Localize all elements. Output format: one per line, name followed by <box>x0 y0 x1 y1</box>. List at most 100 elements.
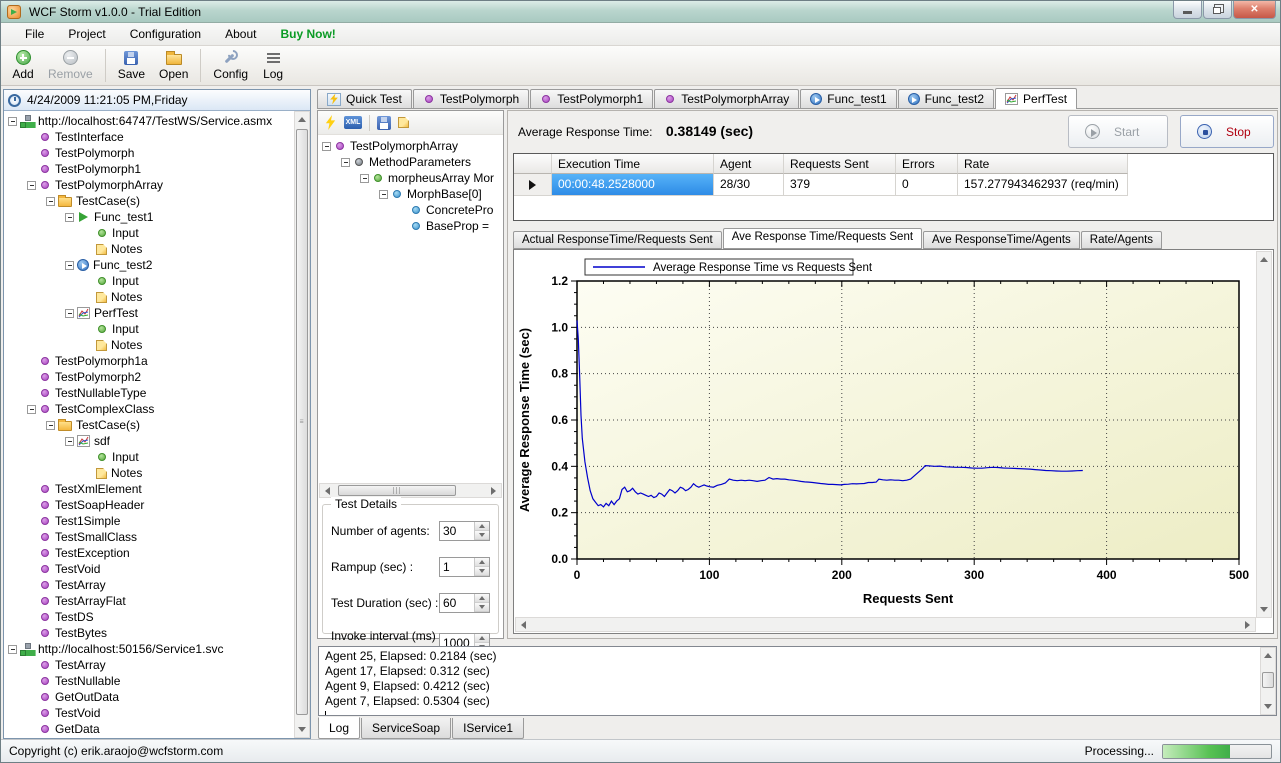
service-tree-item[interactable]: Notes <box>4 289 294 305</box>
close-button[interactable]: ✕ <box>1233 1 1276 19</box>
service-tree-item[interactable]: Input <box>4 321 294 337</box>
parameters-hscrollbar[interactable]: ||| <box>319 483 502 498</box>
chart-tab-3[interactable]: Rate/Agents <box>1081 231 1162 249</box>
expander-icon[interactable] <box>46 421 55 430</box>
service-tree-item[interactable]: Input <box>4 273 294 289</box>
service-tree-item[interactable]: TestVoid <box>4 705 294 721</box>
log-tab-servicesoap[interactable]: ServiceSoap <box>361 718 451 739</box>
open-button[interactable]: Open <box>152 46 195 85</box>
spin-down-button[interactable] <box>475 603 489 612</box>
grid-cell[interactable]: 00:00:48.2528000 <box>552 174 714 196</box>
service-tree-scrollbar[interactable]: ≡ <box>294 111 310 738</box>
service-tree-item[interactable]: http://localhost:50156/Service1.svc <box>4 641 294 657</box>
field-value[interactable]: 60 <box>440 594 474 612</box>
scroll-left-button[interactable] <box>320 484 335 497</box>
tab-functest2[interactable]: Func_test2 <box>898 89 994 108</box>
expander-icon[interactable] <box>8 645 17 654</box>
service-tree-item[interactable]: TestPolymorph1a <box>4 353 294 369</box>
expander-icon[interactable] <box>360 174 369 183</box>
service-tree-item[interactable]: Notes <box>4 337 294 353</box>
tab-quicktest[interactable]: Quick Test <box>317 89 412 108</box>
add-button[interactable]: Add <box>5 46 41 85</box>
menu-item-file[interactable]: File <box>13 24 56 44</box>
expander-icon[interactable] <box>65 437 74 446</box>
chart-hscrollbar[interactable] <box>515 617 1256 632</box>
parameters-tree-item[interactable]: MorphBase[0] <box>318 186 503 202</box>
chart-tab-1[interactable]: Ave Response Time/Requests Sent <box>723 228 922 249</box>
log-tab-iservice1[interactable]: IService1 <box>452 718 524 739</box>
grid-cell[interactable]: 157.277943462937 (req/min) <box>958 174 1128 196</box>
chart-vscrollbar[interactable] <box>1256 251 1272 618</box>
service-tree-item[interactable]: Notes <box>4 465 294 481</box>
spin-up-button[interactable] <box>475 594 489 603</box>
service-tree-item[interactable]: TestComplexClass <box>4 401 294 417</box>
expander-icon[interactable] <box>379 190 388 199</box>
expander-icon[interactable] <box>27 181 36 190</box>
grid-column-header[interactable]: Execution Time <box>552 154 714 174</box>
restore-button[interactable] <box>1203 1 1232 19</box>
scroll-down-button[interactable] <box>1261 699 1275 714</box>
service-tree-item[interactable]: http://localhost:64747/TestWS/Service.as… <box>4 113 294 129</box>
service-tree-item[interactable]: TestPolymorphArray <box>4 177 294 193</box>
grid-column-header[interactable]: Rate <box>958 154 1128 174</box>
minimize-button[interactable] <box>1173 1 1202 19</box>
scroll-up-button[interactable] <box>1261 648 1275 663</box>
service-tree-item[interactable]: GetData <box>4 721 294 737</box>
tab-functest1[interactable]: Func_test1 <box>800 89 896 108</box>
tab-testpolymorph1[interactable]: TestPolymorph1 <box>530 89 653 108</box>
service-tree-item[interactable]: TestInterface <box>4 129 294 145</box>
config-button[interactable]: Config <box>206 46 255 85</box>
service-tree-item[interactable]: sdf <box>4 433 294 449</box>
field-value[interactable]: 30 <box>440 522 474 540</box>
menu-item-about[interactable]: About <box>213 24 268 44</box>
parameters-tree-item[interactable]: TestPolymorphArray <box>318 138 503 154</box>
log-tab-log[interactable]: Log <box>318 717 360 739</box>
menu-item-configuration[interactable]: Configuration <box>118 24 213 44</box>
grid-cell[interactable]: 379 <box>784 174 896 196</box>
spin-down-button[interactable] <box>475 567 489 576</box>
scrollbar-thumb[interactable]: ||| <box>338 485 456 496</box>
scroll-right-button[interactable] <box>1240 618 1255 631</box>
invoke-icon[interactable] <box>324 115 337 130</box>
scroll-left-button[interactable] <box>516 618 531 631</box>
log-button[interactable]: Log <box>255 46 291 85</box>
parameters-tree-item[interactable]: BaseProp = <box>318 218 503 234</box>
scrollbar-thumb[interactable]: ≡ <box>296 129 308 715</box>
service-tree-item[interactable]: TestPolymorph2 <box>4 369 294 385</box>
service-tree-item[interactable]: Test1Simple <box>4 513 294 529</box>
expander-icon[interactable] <box>322 142 331 151</box>
parameters-tree-item[interactable]: MethodParameters <box>318 154 503 170</box>
service-tree-item[interactable]: TestBytes <box>4 625 294 641</box>
scrollbar-thumb[interactable] <box>1262 672 1274 688</box>
expander-icon[interactable] <box>8 117 17 126</box>
spin-up-button[interactable] <box>475 522 489 531</box>
scroll-right-button[interactable] <box>486 484 501 497</box>
menu-item-project[interactable]: Project <box>56 24 117 44</box>
service-tree-item[interactable]: Input <box>4 449 294 465</box>
grid-column-header[interactable]: Requests Sent <box>784 154 896 174</box>
row-selector-cell[interactable] <box>514 174 552 196</box>
expander-icon[interactable] <box>27 405 36 414</box>
chart-tab-0[interactable]: Actual ResponseTime/Requests Sent <box>513 231 722 249</box>
service-tree-item[interactable]: TestDS <box>4 609 294 625</box>
start-button[interactable]: Start <box>1068 115 1168 148</box>
expander-icon[interactable] <box>65 261 74 270</box>
service-tree-item[interactable]: TestCase(s) <box>4 193 294 209</box>
expander-icon[interactable] <box>46 197 55 206</box>
service-tree-item[interactable]: Input <box>4 225 294 241</box>
expander-icon[interactable] <box>341 158 350 167</box>
service-tree-item[interactable]: TestPolymorph <box>4 145 294 161</box>
menu-item-buynow[interactable]: Buy Now! <box>268 24 347 44</box>
grid-column-header[interactable]: Errors <box>896 154 958 174</box>
tab-perftest[interactable]: PerfTest <box>995 88 1077 108</box>
service-tree-item[interactable]: TestVoid <box>4 561 294 577</box>
field-spinner[interactable]: 60 <box>439 593 490 613</box>
service-tree-item[interactable]: TestNullable <box>4 673 294 689</box>
save-icon[interactable] <box>377 116 391 130</box>
service-tree-item[interactable]: TestCase(s) <box>4 417 294 433</box>
service-tree-item[interactable]: TestSoapHeader <box>4 497 294 513</box>
service-tree-item[interactable]: TestXmlElement <box>4 481 294 497</box>
service-tree-item[interactable]: TestNullableType <box>4 385 294 401</box>
expander-icon[interactable] <box>65 213 74 222</box>
notes-icon[interactable] <box>398 117 409 128</box>
